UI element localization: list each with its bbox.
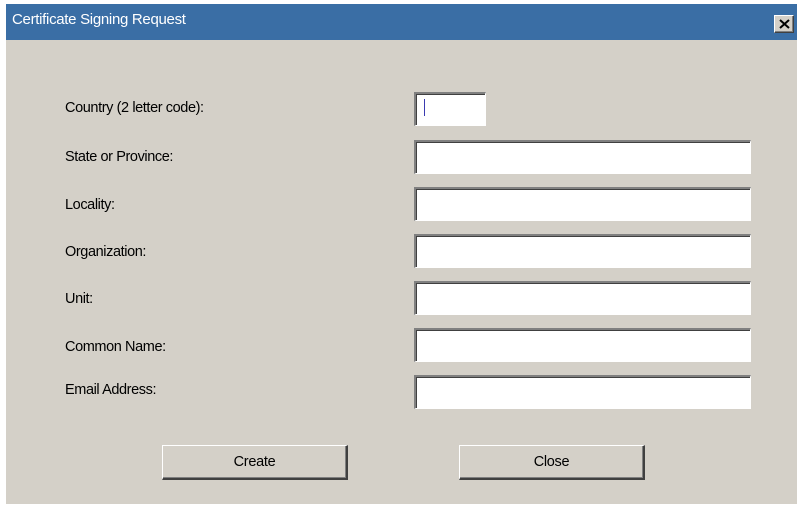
email-label: Email Address: (65, 382, 157, 398)
locality-label: Locality: (65, 197, 115, 213)
country-label: Country (2 letter code): (65, 100, 204, 116)
window-title: Certificate Signing Request (12, 11, 186, 28)
state-input[interactable] (414, 140, 751, 174)
common-name-input[interactable] (414, 328, 751, 362)
csr-dialog: Certificate Signing Request Country (2 l… (6, 4, 797, 504)
unit-input[interactable] (414, 281, 751, 315)
email-input[interactable] (414, 375, 751, 409)
close-button[interactable]: Close (459, 445, 645, 480)
text-caret (424, 99, 425, 116)
unit-label: Unit: (65, 291, 93, 307)
organization-input[interactable] (414, 234, 751, 268)
close-icon (779, 19, 790, 29)
organization-label: Organization: (65, 244, 147, 260)
locality-input[interactable] (414, 187, 751, 221)
create-button[interactable]: Create (162, 445, 348, 480)
state-label: State or Province: (65, 149, 174, 165)
common-name-label: Common Name: (65, 339, 166, 355)
title-bar[interactable]: Certificate Signing Request (6, 4, 797, 40)
close-window-button[interactable] (774, 15, 794, 33)
